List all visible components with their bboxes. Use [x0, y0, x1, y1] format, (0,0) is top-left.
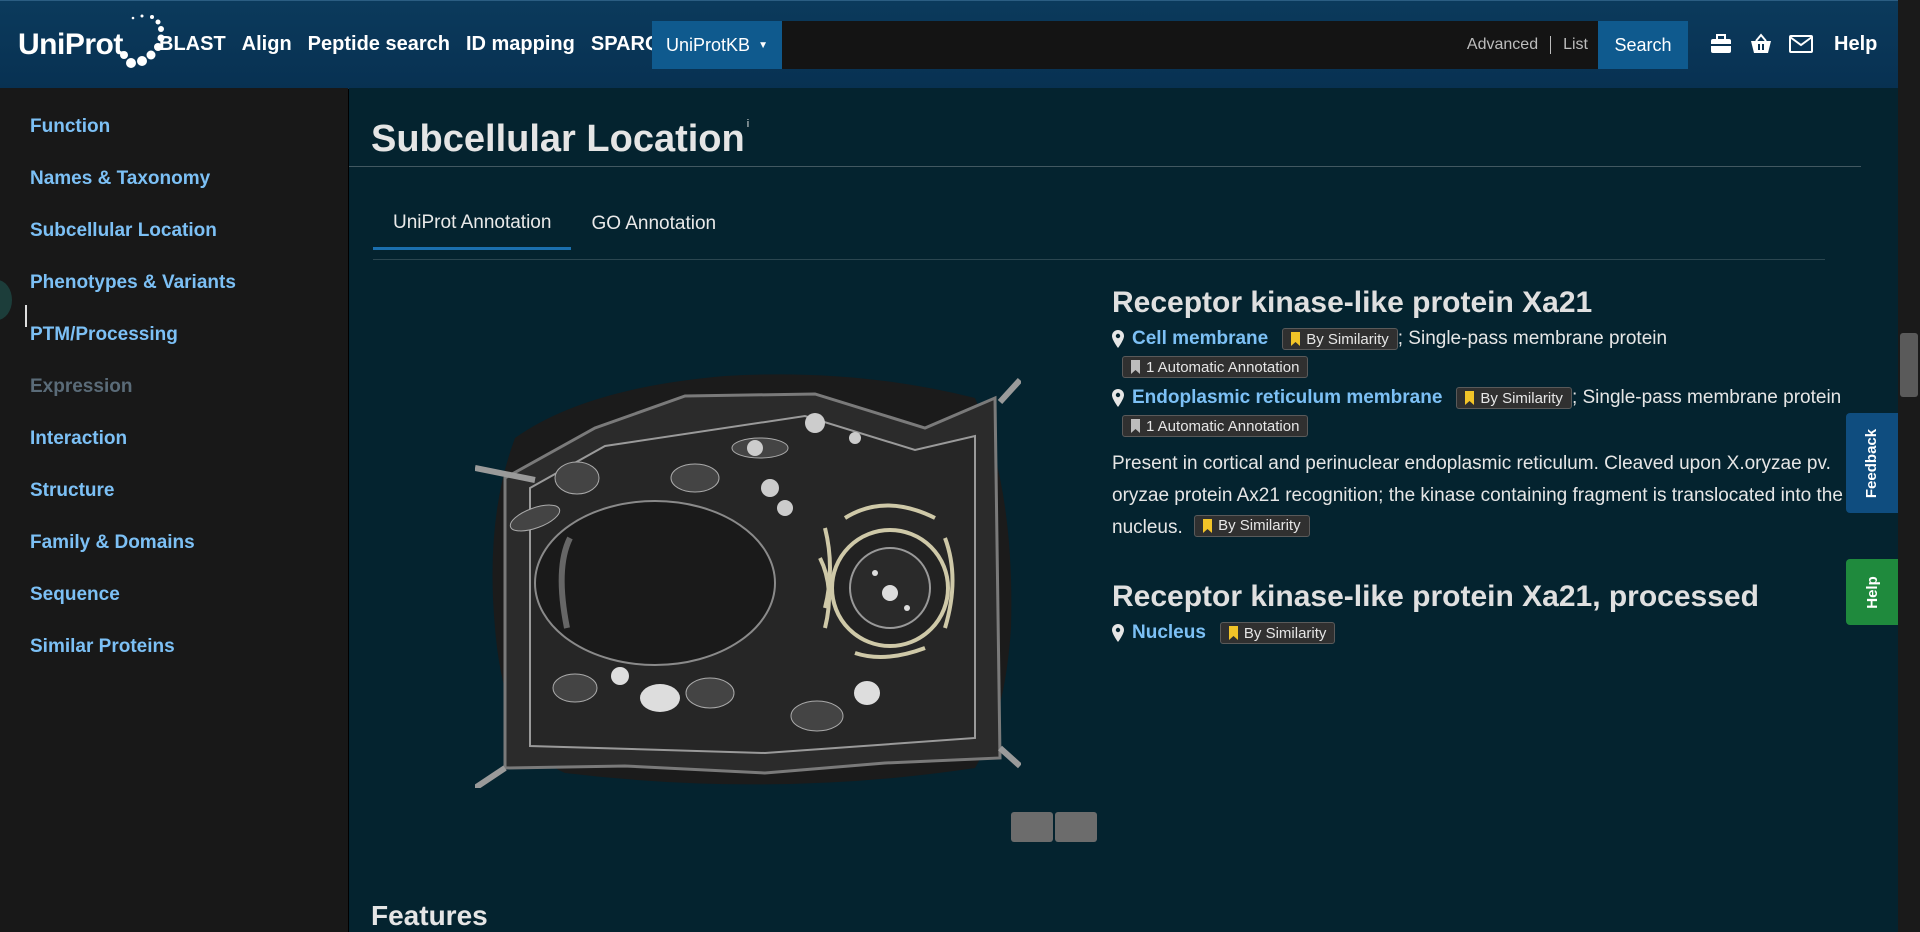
location-link-nucleus[interactable]: Nucleus	[1132, 622, 1206, 644]
bookmark-icon	[1131, 419, 1140, 433]
nav-blast[interactable]: BLAST	[159, 33, 226, 56]
logo-dots-icon	[120, 14, 165, 68]
evidence-label: By Similarity	[1306, 330, 1389, 348]
chevron-down-icon: ▼	[758, 39, 768, 51]
divider	[373, 259, 1825, 260]
bookmark-icon	[1203, 519, 1213, 533]
search-button[interactable]: Search	[1598, 21, 1688, 69]
location-link-cell-membrane[interactable]: Cell membrane	[1132, 328, 1268, 350]
basket-icon[interactable]	[1748, 31, 1774, 57]
sidebar-item-subcellular-location[interactable]: Subcellular Location	[30, 220, 217, 242]
diagram-controls	[1011, 812, 1097, 842]
sidebar-item-interaction[interactable]: Interaction	[30, 428, 127, 450]
nav-peptide-search[interactable]: Peptide search	[308, 33, 450, 56]
protein-heading: Receptor kinase-like protein Xa21	[1112, 286, 1593, 319]
sidebar-item-structure[interactable]: Structure	[30, 480, 114, 502]
header-tools: Help	[1708, 31, 1877, 57]
automatic-annotation-row: 1 Automatic Annotation	[1122, 415, 1852, 438]
zoom-icon[interactable]	[1011, 812, 1053, 842]
evidence-label: By Similarity	[1480, 389, 1563, 407]
sidebar-item-ptm-processing[interactable]: PTM/Processing	[30, 324, 178, 346]
section-sidebar: Function Names & Taxonomy Subcellular Lo…	[0, 88, 348, 932]
database-select-label: UniProtKB	[666, 34, 751, 55]
location-row: Cell membrane By Similarity ; Single-pas…	[1112, 328, 1852, 350]
sidebar-item-phenotypes-variants[interactable]: Phenotypes & Variants	[30, 272, 236, 294]
database-select[interactable]: UniProtKB ▼	[652, 21, 782, 69]
help-tab-label: Help	[1863, 575, 1881, 609]
top-header: UniProt BLAST Align Peptide search ID ma…	[0, 0, 1898, 89]
scrollbar[interactable]	[1898, 0, 1920, 932]
automatic-annotation-row: 1 Automatic Annotation	[1122, 356, 1852, 379]
bookmark-icon	[1291, 332, 1301, 346]
location-row: Nucleus By Similarity	[1112, 622, 1852, 644]
evidence-badge[interactable]: By Similarity	[1219, 622, 1336, 644]
protein-heading: Receptor kinase-like protein Xa21, proce…	[1112, 580, 1759, 613]
page-title: Subcellular Location i	[371, 118, 749, 161]
bookmark-icon	[1131, 360, 1140, 374]
advanced-search-link[interactable]: Advanced	[1467, 36, 1538, 54]
automatic-annotation-label: 1 Automatic Annotation	[1146, 358, 1300, 376]
toolbox-icon[interactable]	[1708, 31, 1734, 57]
location-pin-icon	[1112, 330, 1124, 348]
annotation-tabs: UniProt Annotation GO Annotation	[373, 198, 736, 250]
divider	[1550, 36, 1552, 54]
bookmark-icon	[1465, 391, 1475, 405]
section-heading-features: Features	[371, 900, 488, 931]
nav-id-mapping[interactable]: ID mapping	[466, 33, 575, 56]
topology-text: ; Single-pass membrane protein	[1397, 328, 1668, 349]
sidebar-item-function[interactable]: Function	[30, 116, 110, 138]
location-row: Endoplasmic reticulum membrane By Simila…	[1112, 387, 1852, 409]
search-input[interactable]: Advanced List	[782, 21, 1598, 69]
feedback-label: Feedback	[1863, 428, 1881, 498]
mail-icon[interactable]	[1788, 31, 1814, 57]
evidence-badge[interactable]: By Similarity	[1282, 328, 1398, 350]
bookmark-icon	[1228, 626, 1238, 640]
evidence-label: By Similarity	[1243, 624, 1327, 642]
automatic-annotation-badge[interactable]: 1 Automatic Annotation	[1122, 415, 1309, 437]
evidence-badge[interactable]: By Similarity	[1456, 387, 1572, 409]
sib-logo-icon[interactable]	[1055, 812, 1097, 842]
evidence-badge[interactable]: By Similarity	[1194, 515, 1310, 537]
list-search-link[interactable]: List	[1563, 36, 1588, 54]
info-icon[interactable]: i	[747, 118, 749, 130]
scrollbar-thumb[interactable]	[1900, 333, 1918, 397]
main-content: Subcellular Location i UniProt Annotation…	[349, 88, 1898, 932]
tab-uniprot-annotation[interactable]: UniProt Annotation	[373, 198, 572, 250]
tab-go-annotation[interactable]: GO Annotation	[571, 198, 736, 250]
location-pin-icon	[1112, 624, 1124, 642]
sidebar-item-family-domains[interactable]: Family & Domains	[30, 532, 195, 554]
feedback-tab[interactable]: Feedback	[1846, 413, 1898, 513]
main-nav: BLAST Align Peptide search ID mapping SP…	[159, 33, 673, 56]
sidebar-item-sequence[interactable]: Sequence	[30, 584, 120, 606]
location-pin-icon	[1112, 389, 1124, 407]
sidebar-toggle[interactable]	[0, 280, 12, 320]
evidence-label: By Similarity	[1218, 517, 1301, 534]
help-tab[interactable]: Help	[1846, 559, 1898, 625]
active-indicator	[25, 305, 27, 327]
nav-align[interactable]: Align	[242, 33, 292, 56]
automatic-annotation-badge[interactable]: 1 Automatic Annotation	[1122, 356, 1309, 378]
sidebar-item-similar-proteins[interactable]: Similar Proteins	[30, 636, 175, 658]
help-link[interactable]: Help	[1834, 33, 1877, 56]
search-bar: UniProtKB ▼ Advanced List Search	[652, 21, 1688, 69]
location-link-er-membrane[interactable]: Endoplasmic reticulum membrane	[1132, 387, 1442, 409]
cell-diagram[interactable]	[475, 368, 1021, 788]
sidebar-item-names-taxonomy[interactable]: Names & Taxonomy	[30, 168, 210, 190]
page-title-text: Subcellular Location	[371, 118, 745, 160]
automatic-annotation-label: 1 Automatic Annotation	[1146, 417, 1300, 435]
topology-text: ; Single-pass membrane protein	[1571, 387, 1842, 408]
location-annotations: Receptor kinase-like protein Xa21 Cell m…	[1112, 286, 1852, 644]
location-note: Present in cortical and perinuclear endo…	[1112, 448, 1852, 544]
uniprot-logo[interactable]: UniProt	[18, 11, 165, 73]
sidebar-item-expression: Expression	[30, 376, 133, 397]
divider	[349, 166, 1861, 167]
